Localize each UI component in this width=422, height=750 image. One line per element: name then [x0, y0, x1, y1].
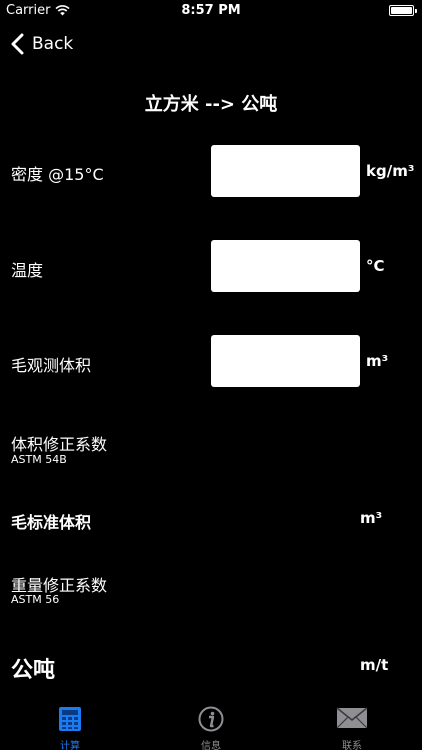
calculator-icon [59, 707, 81, 731]
status-bar: Carrier 8:57 PM [0, 0, 422, 22]
weight-correction-sub: ASTM 56 [11, 593, 60, 606]
temperature-label: 温度 [11, 261, 44, 280]
mail-icon [336, 707, 368, 729]
gross-standard-volume-unit: m³ [360, 509, 383, 527]
info-icon [198, 706, 224, 732]
tonnes-label: 公吨 [11, 658, 56, 683]
tab-contact-label: 联系 [342, 741, 362, 750]
status-time: 8:57 PM [181, 3, 241, 18]
gross-standard-volume-label: 毛标准体积 [11, 513, 92, 532]
tab-contact[interactable]: 联系 [282, 701, 422, 750]
tab-calculate[interactable]: 计算 [0, 701, 140, 750]
density-input[interactable] [211, 145, 360, 197]
density-label: 密度 @15°C [11, 165, 104, 184]
battery-icon [389, 5, 417, 16]
gross-volume-input[interactable] [211, 335, 360, 387]
volume-correction-sub: ASTM 54B [11, 453, 67, 466]
density-unit: kg/m³ [366, 162, 415, 180]
tonnes-unit: m/t [360, 656, 389, 674]
tab-info[interactable]: 信息 [141, 701, 281, 750]
gross-volume-label: 毛观测体积 [11, 356, 92, 375]
tab-info-label: 信息 [201, 741, 221, 750]
gross-volume-unit: m³ [366, 352, 389, 370]
tab-calculate-label: 计算 [60, 741, 80, 750]
back-button[interactable]: Back [10, 30, 73, 58]
temperature-unit: °C [366, 257, 385, 275]
back-label: Back [32, 34, 74, 54]
temperature-input[interactable] [211, 240, 360, 292]
tab-bar: 计算 信息 联系 [0, 701, 422, 750]
page-title: 立方米 --> 公吨 [144, 94, 278, 115]
volume-correction-label: 体积修正系数 [11, 435, 108, 454]
chevron-left-icon [11, 33, 24, 55]
